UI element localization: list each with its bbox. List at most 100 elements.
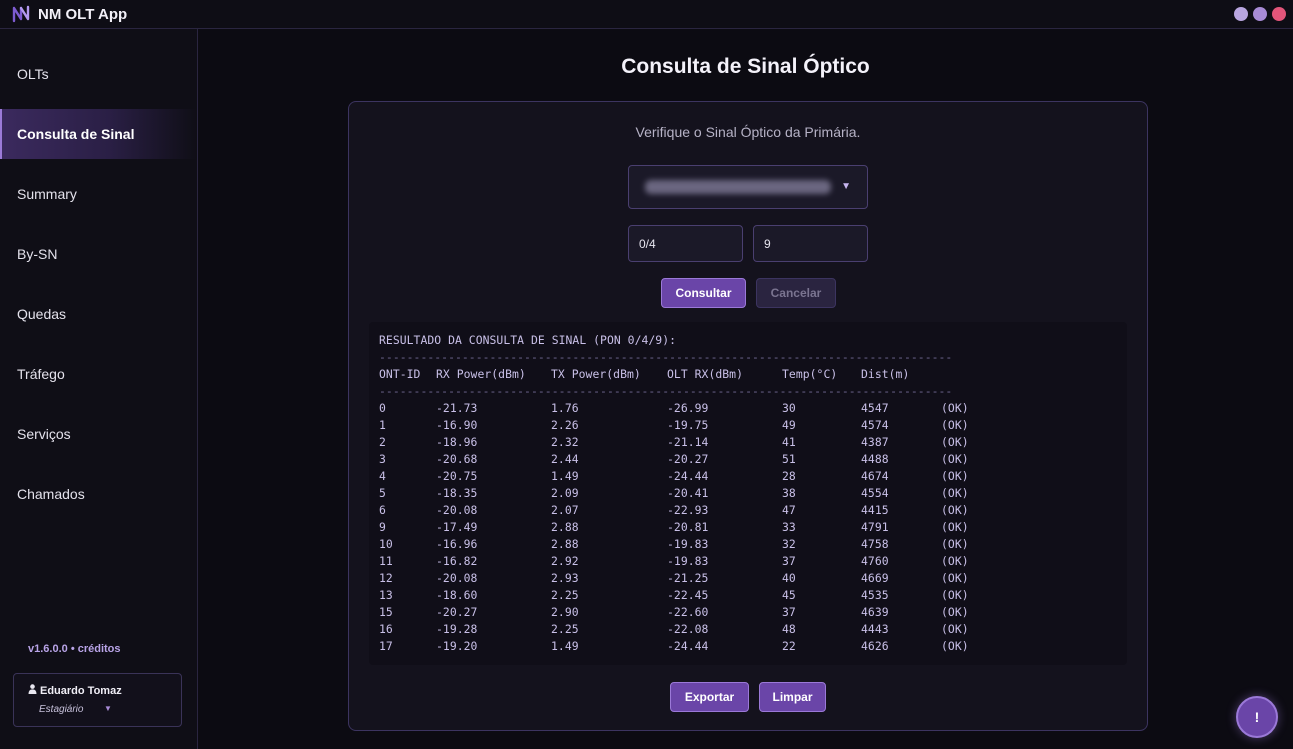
result-cell-tx-power: 2.90 bbox=[551, 605, 579, 619]
result-cell-status: (OK) bbox=[941, 605, 969, 619]
result-cell-rx-power: -16.96 bbox=[436, 537, 478, 551]
port-input[interactable] bbox=[753, 225, 868, 262]
result-cell-olt-rx: -21.14 bbox=[667, 435, 709, 449]
result-row: 6 -20.08 2.07 -22.93 47 4415 (OK) bbox=[379, 502, 1119, 519]
result-cell-dist: 4626 bbox=[861, 639, 889, 653]
result-cell-status: (OK) bbox=[941, 537, 969, 551]
sidebar-item-olts[interactable]: OLTs bbox=[0, 49, 197, 99]
result-cell-status: (OK) bbox=[941, 571, 969, 585]
result-cell-tx-power: 2.92 bbox=[551, 554, 579, 568]
sidebar-item-servicos[interactable]: Serviços bbox=[0, 409, 197, 459]
result-row: 12 -20.08 2.93 -21.25 40 4669 (OK) bbox=[379, 570, 1119, 587]
result-cell-ont-id: 10 bbox=[379, 537, 393, 551]
result-cell-dist: 4791 bbox=[861, 520, 889, 534]
result-cell-olt-rx: -19.75 bbox=[667, 418, 709, 432]
result-cell-olt-rx: -24.44 bbox=[667, 469, 709, 483]
sidebar-item-chamados[interactable]: Chamados bbox=[0, 469, 197, 519]
result-cell-status: (OK) bbox=[941, 401, 969, 415]
result-cell-rx-power: -20.75 bbox=[436, 469, 478, 483]
column-header-temp: Temp(°C) bbox=[782, 367, 838, 381]
result-cell-olt-rx: -22.93 bbox=[667, 503, 709, 517]
sidebar-item-quedas[interactable]: Quedas bbox=[0, 289, 197, 339]
result-cell-ont-id: 11 bbox=[379, 554, 393, 568]
olt-select[interactable]: ▼ bbox=[628, 165, 868, 209]
result-cell-temp: 49 bbox=[782, 418, 796, 432]
result-row: 10 -16.96 2.88 -19.83 32 4758 (OK) bbox=[379, 536, 1119, 553]
result-cell-status: (OK) bbox=[941, 469, 969, 483]
user-icon bbox=[28, 684, 37, 697]
result-cell-dist: 4760 bbox=[861, 554, 889, 568]
result-cell-tx-power: 2.09 bbox=[551, 486, 579, 500]
result-cell-ont-id: 4 bbox=[379, 469, 386, 483]
result-cell-tx-power: 2.25 bbox=[551, 622, 579, 636]
result-cell-ont-id: 0 bbox=[379, 401, 386, 415]
sidebar-item-trafego[interactable]: Tráfego bbox=[0, 349, 197, 399]
exportar-button[interactable]: Exportar bbox=[670, 682, 749, 712]
sidebar-item-by-sn[interactable]: By-SN bbox=[0, 229, 197, 279]
result-cell-olt-rx: -22.45 bbox=[667, 588, 709, 602]
result-row: 9 -17.49 2.88 -20.81 33 4791 (OK) bbox=[379, 519, 1119, 536]
result-cell-ont-id: 1 bbox=[379, 418, 386, 432]
result-row: 13 -18.60 2.25 -22.45 45 4535 (OK) bbox=[379, 587, 1119, 604]
result-cell-dist: 4547 bbox=[861, 401, 889, 415]
result-cell-status: (OK) bbox=[941, 435, 969, 449]
result-cell-ont-id: 17 bbox=[379, 639, 393, 653]
result-cell-status: (OK) bbox=[941, 452, 969, 466]
result-cell-tx-power: 1.76 bbox=[551, 401, 579, 415]
column-header-ont-id: ONT-ID bbox=[379, 367, 421, 381]
result-cell-olt-rx: -26.99 bbox=[667, 401, 709, 415]
pon-input[interactable] bbox=[628, 225, 743, 262]
result-cell-temp: 30 bbox=[782, 401, 796, 415]
page-title: Consulta de Sinal Óptico bbox=[621, 55, 870, 78]
help-button[interactable]: ! bbox=[1236, 696, 1278, 738]
cancelar-button[interactable]: Cancelar bbox=[756, 278, 836, 308]
result-cell-status: (OK) bbox=[941, 554, 969, 568]
close-button[interactable] bbox=[1272, 7, 1286, 21]
result-cell-tx-power: 2.07 bbox=[551, 503, 579, 517]
consultar-button[interactable]: Consultar bbox=[661, 278, 746, 308]
result-cell-temp: 40 bbox=[782, 571, 796, 585]
minimize-button[interactable] bbox=[1234, 7, 1248, 21]
result-cell-tx-power: 2.25 bbox=[551, 588, 579, 602]
column-header-tx-power: TX Power(dBm) bbox=[551, 367, 641, 381]
result-cell-olt-rx: -22.08 bbox=[667, 622, 709, 636]
result-cell-olt-rx: -22.60 bbox=[667, 605, 709, 619]
sidebar-item-consulta-de-sinal[interactable]: Consulta de Sinal bbox=[0, 109, 197, 159]
panel-subtitle: Verifique o Sinal Óptico da Primária. bbox=[635, 124, 861, 140]
result-cell-ont-id: 12 bbox=[379, 571, 393, 585]
result-cell-olt-rx: -19.83 bbox=[667, 554, 709, 568]
result-cell-dist: 4554 bbox=[861, 486, 889, 500]
result-row: 15 -20.27 2.90 -22.60 37 4639 (OK) bbox=[379, 604, 1119, 621]
maximize-button[interactable] bbox=[1253, 7, 1267, 21]
app-logo-icon bbox=[10, 3, 32, 25]
result-cell-rx-power: -18.35 bbox=[436, 486, 478, 500]
result-cell-dist: 4535 bbox=[861, 588, 889, 602]
result-cell-temp: 45 bbox=[782, 588, 796, 602]
result-cell-dist: 4758 bbox=[861, 537, 889, 551]
result-cell-rx-power: -21.73 bbox=[436, 401, 478, 415]
result-cell-rx-power: -20.27 bbox=[436, 605, 478, 619]
result-cell-tx-power: 2.88 bbox=[551, 537, 579, 551]
result-cell-rx-power: -18.96 bbox=[436, 435, 478, 449]
result-cell-temp: 32 bbox=[782, 537, 796, 551]
sidebar-item-summary[interactable]: Summary bbox=[0, 169, 197, 219]
result-cell-olt-rx: -20.41 bbox=[667, 486, 709, 500]
result-cell-rx-power: -17.49 bbox=[436, 520, 478, 534]
limpar-button[interactable]: Limpar bbox=[759, 682, 826, 712]
result-row: 11 -16.82 2.92 -19.83 37 4760 (OK) bbox=[379, 553, 1119, 570]
version-credits-link[interactable]: v1.6.0.0 • créditos bbox=[28, 643, 121, 655]
result-cell-dist: 4639 bbox=[861, 605, 889, 619]
result-cell-tx-power: 2.88 bbox=[551, 520, 579, 534]
app-title: NM OLT App bbox=[38, 5, 128, 23]
result-cell-status: (OK) bbox=[941, 503, 969, 517]
result-cell-rx-power: -20.08 bbox=[436, 503, 478, 517]
user-card[interactable]: Eduardo Tomaz Estagiário ▼ bbox=[13, 673, 182, 727]
result-cell-olt-rx: -20.81 bbox=[667, 520, 709, 534]
result-cell-dist: 4574 bbox=[861, 418, 889, 432]
column-header-olt-rx: OLT RX(dBm) bbox=[667, 367, 743, 381]
result-cell-olt-rx: -19.83 bbox=[667, 537, 709, 551]
result-cell-rx-power: -18.60 bbox=[436, 588, 478, 602]
result-row: 5 -18.35 2.09 -20.41 38 4554 (OK) bbox=[379, 485, 1119, 502]
role-dropdown-icon[interactable]: ▼ bbox=[104, 704, 112, 713]
result-row: 17 -19.20 1.49 -24.44 22 4626 (OK) bbox=[379, 638, 1119, 655]
